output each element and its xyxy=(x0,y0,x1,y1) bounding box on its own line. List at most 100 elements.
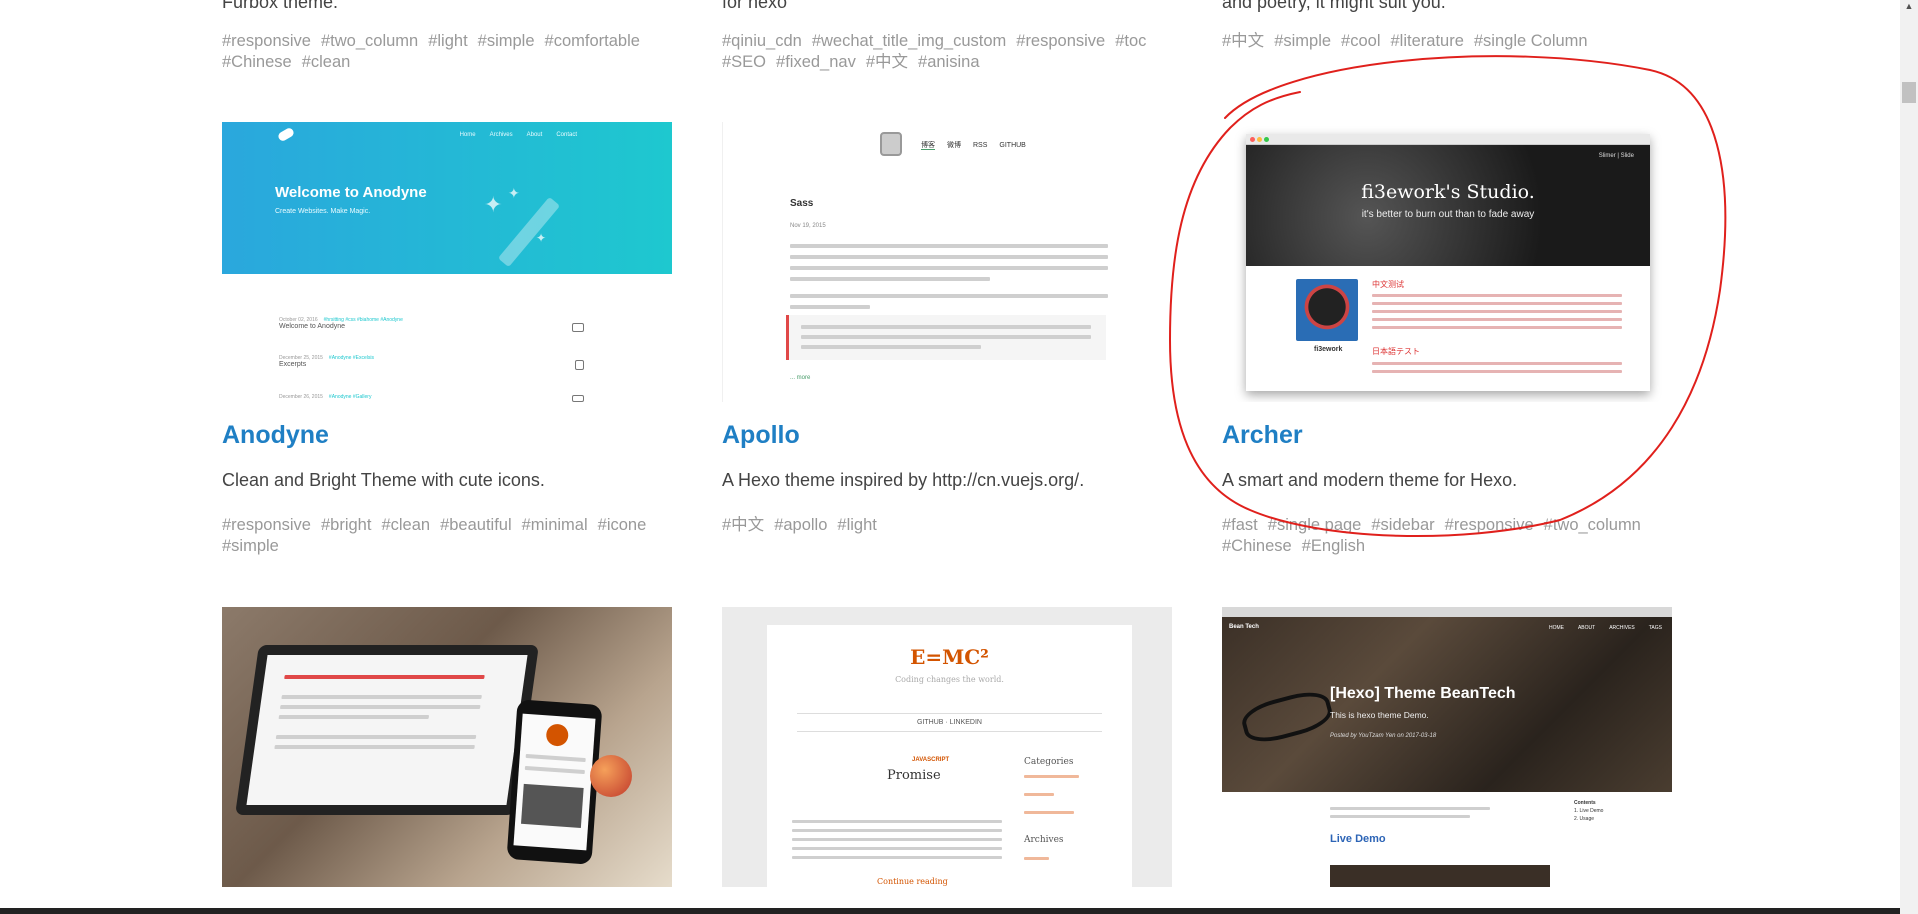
toc-item: 2. Usage xyxy=(1574,816,1595,822)
tag-link[interactable]: #clean xyxy=(381,515,430,536)
tag-link[interactable]: #anisina xyxy=(918,52,979,73)
tag-link[interactable]: #Chinese xyxy=(1222,536,1292,557)
tag-link[interactable]: #icone xyxy=(598,515,647,536)
tag-link[interactable]: #responsive xyxy=(1445,515,1534,536)
post-category: JAVASCRIPT xyxy=(912,757,950,763)
tag-list: #responsive #bright #clean #beautiful #minim… xyxy=(222,515,682,557)
tag-link[interactable]: #clean xyxy=(302,52,351,73)
tag-link[interactable]: #bright xyxy=(321,515,371,536)
magic-wand-icon: ✦ ✦ ✦ xyxy=(484,185,559,266)
tag-link[interactable]: #single Column xyxy=(1474,31,1588,52)
vertical-scrollbar[interactable]: ▲ xyxy=(1900,0,1918,914)
tag-link[interactable]: #simple xyxy=(1274,31,1331,52)
thumb-heading: [Hexo] Theme BeanTech xyxy=(1330,685,1516,702)
thumb-subheading: This is hexo theme Demo. xyxy=(1330,710,1429,720)
avatar xyxy=(1296,279,1358,341)
tag-link[interactable]: #two_column xyxy=(1544,515,1641,536)
tag-link[interactable]: #apollo xyxy=(774,515,827,536)
thumb-blockquote xyxy=(786,315,1106,360)
theme-thumbnail-archer[interactable]: Slimer | Slide fi3ework's Studio. it's b… xyxy=(1222,122,1672,402)
tag-link[interactable]: #minimal xyxy=(522,515,588,536)
tag-link[interactable]: #light xyxy=(837,515,876,536)
theme-description: Clean and Bright Theme with cute icons. xyxy=(222,470,545,490)
close-dot-icon xyxy=(1250,137,1255,142)
thumb-more-link: ... more xyxy=(790,375,811,381)
hero-banner: Slimer | Slide fi3ework's Studio. it's b… xyxy=(1246,145,1650,266)
toc-heading: Contents xyxy=(1574,800,1596,806)
thumb-subheading: Create Websites. Make Magic. xyxy=(275,208,371,215)
book-icon xyxy=(575,360,584,370)
theme-thumbnail-anodyne[interactable]: Home Archives About Contact Welcome to Anod… xyxy=(222,122,672,402)
thumb-post-date: Nov 19, 2015 xyxy=(790,223,826,229)
tag-link[interactable]: #fixed_nav xyxy=(776,52,856,73)
nav-item: 博客 xyxy=(921,142,935,150)
tag-link[interactable]: #simple xyxy=(478,31,535,52)
theme-description: A Hexo theme inspired by http://cn.vuejs… xyxy=(722,470,1085,490)
scroll-up-icon[interactable]: ▲ xyxy=(1903,0,1915,12)
profile-name: fi3ework xyxy=(1314,346,1343,353)
hero-banner: Home Archives About Contact Welcome to Anod… xyxy=(222,122,672,274)
tag-link[interactable]: #中文 xyxy=(722,515,764,536)
tag-link[interactable]: #SEO xyxy=(722,52,766,73)
theme-thumbnail-beantech[interactable]: Bean Tech HOME ABOUT ARCHIVES TAGS [Hexo] T… xyxy=(1222,607,1672,887)
theme-thumbnail-emc[interactable]: E=MC² Coding changes the world. GITHUB ·… xyxy=(722,607,1172,887)
tag-link[interactable]: #wechat_title_img_custom xyxy=(812,31,1006,52)
theme-description: A smart and modern theme for Hexo. xyxy=(1222,470,1518,490)
theme-title-link[interactable]: Apollo xyxy=(722,421,800,450)
logo-icon xyxy=(276,126,296,143)
sidebar-heading: Categories xyxy=(1024,757,1074,767)
text-line xyxy=(1372,326,1622,329)
theme-thumbnail-device-photo[interactable] xyxy=(222,607,672,887)
tag-link[interactable]: #beautiful xyxy=(440,515,512,536)
nav-item: Home xyxy=(459,132,476,138)
text-line xyxy=(790,294,1108,298)
thumb-heading: E=MC² xyxy=(910,645,989,669)
scrollbar-thumb[interactable] xyxy=(1902,82,1916,103)
text-line xyxy=(1372,294,1622,297)
tag-link[interactable]: #中文 xyxy=(1222,31,1264,52)
thumb-menu: Slimer | Slide xyxy=(1598,153,1634,159)
theme-title-link[interactable]: Archer xyxy=(1222,421,1303,450)
thumb-post: October 02, 2016 #hrsitting #css #biahome… xyxy=(279,317,403,330)
thumb-page: E=MC² Coding changes the world. GITHUB ·… xyxy=(767,625,1132,887)
thumb-subheading: it's better to burn out than to fade awa… xyxy=(1361,209,1535,220)
theme-thumbnail-apollo[interactable]: 博客 微博 RSS GITHUB Sass Nov 19, 2015 ... more xyxy=(722,122,1172,402)
theme-gallery-page: Furbox theme. for hexo and poetry, it mi… xyxy=(0,0,1918,914)
text-line xyxy=(790,277,990,281)
tag-link[interactable]: #cool xyxy=(1341,31,1380,52)
tag-link[interactable]: #fast xyxy=(1222,515,1258,536)
tag-link[interactable]: #qiniu_cdn xyxy=(722,31,802,52)
tag-link[interactable]: #English xyxy=(1302,536,1365,557)
text-line xyxy=(790,305,870,309)
continue-reading-link: Continue reading xyxy=(877,877,948,886)
sidebar-heading: Archives xyxy=(1024,835,1064,845)
maximize-dot-icon xyxy=(1264,137,1269,142)
tag-link[interactable]: #中文 xyxy=(866,52,908,73)
tag-link[interactable]: #responsive xyxy=(222,31,311,52)
bottom-edge xyxy=(0,908,1900,914)
tag-link[interactable]: #literature xyxy=(1391,31,1464,52)
text-line xyxy=(1372,362,1622,365)
tag-link[interactable]: #comfortable xyxy=(545,31,640,52)
apple-image xyxy=(590,755,632,797)
text-line xyxy=(1372,318,1622,321)
tag-link[interactable]: #light xyxy=(428,31,467,52)
tag-list: #qiniu_cdn #wechat_title_img_custom #respo… xyxy=(722,31,1182,73)
browser-frame: Slimer | Slide fi3ework's Studio. it's b… xyxy=(1246,134,1650,391)
post-title: Welcome to Anodyne xyxy=(279,323,346,330)
tag-link[interactable]: #responsive xyxy=(222,515,311,536)
glasses-image xyxy=(1238,686,1336,748)
tag-list: #responsive #two_column #light #simple #comf… xyxy=(222,31,682,73)
tag-link[interactable]: #sidebar xyxy=(1371,515,1434,536)
tag-link[interactable]: #single page xyxy=(1268,515,1362,536)
tag-link[interactable]: #two_column xyxy=(321,31,418,52)
tag-link[interactable]: #responsive xyxy=(1016,31,1105,52)
post-tags: #Anodyne #Excelsis xyxy=(328,355,374,361)
tag-link[interactable]: #toc xyxy=(1115,31,1146,52)
svg-text:✦: ✦ xyxy=(484,192,502,217)
tag-link[interactable]: #simple xyxy=(222,536,279,557)
text-line xyxy=(1372,370,1622,373)
post-tags: #Anodyne #Gallery xyxy=(328,394,372,400)
tag-link[interactable]: #Chinese xyxy=(222,52,292,73)
theme-title-link[interactable]: Anodyne xyxy=(222,421,329,450)
